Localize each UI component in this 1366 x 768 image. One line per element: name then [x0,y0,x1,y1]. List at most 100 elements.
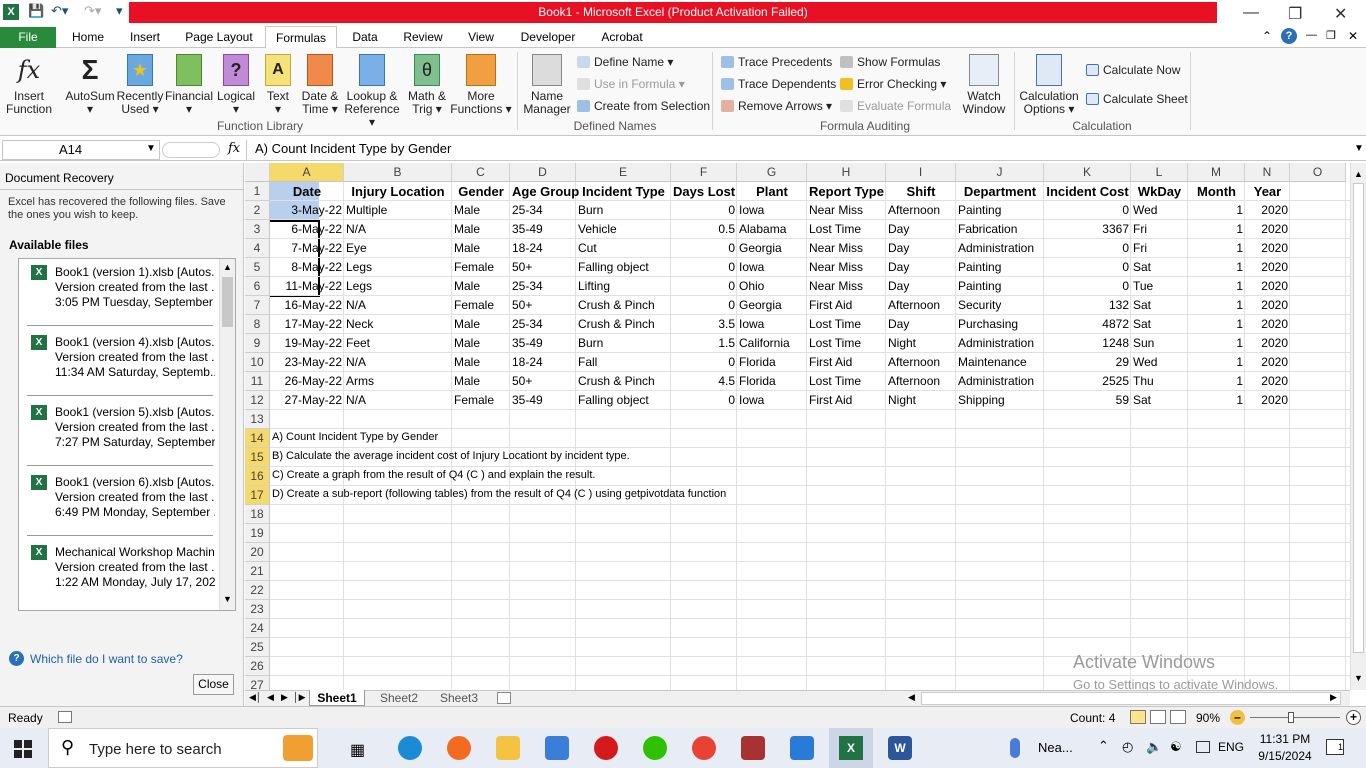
column-header[interactable]: N [1245,163,1290,182]
recently-used-button[interactable]: ★ Recently Used ▾ [116,54,164,116]
table-cell[interactable]: Day [886,258,956,277]
tab-acrobat[interactable]: Acrobat [594,26,650,48]
question-cell[interactable]: A) Count Incident Type by Gender [270,428,440,447]
ribbon-minimize-icon[interactable]: ⌃ [1262,29,1272,43]
save-icon[interactable]: 💾 [28,3,44,19]
table-cell[interactable]: Falling object [576,391,671,410]
recovered-file-item[interactable]: X Book1 (version 1).xlsb [Autos... Versi… [19,259,219,329]
column-header[interactable]: E [576,163,671,182]
row-header[interactable]: 23 [245,600,270,619]
vertical-scrollbar[interactable]: ▲ ▼ [1350,163,1366,690]
photos-icon[interactable] [790,736,814,760]
tab-review[interactable]: Review [398,26,448,48]
table-cell[interactable]: Alabama [737,220,807,239]
table-header-cell[interactable]: Age Group [510,182,579,201]
table-cell[interactable]: 29 [1044,353,1131,372]
table-cell[interactable]: 2020 [1245,353,1290,372]
row-header[interactable]: 10 [245,353,270,372]
table-cell[interactable]: 50+ [510,296,576,315]
table-cell[interactable]: Wed [1131,353,1188,372]
table-cell[interactable]: 1.5 [671,334,737,353]
table-cell[interactable]: Male [452,353,510,372]
recovered-file-item[interactable]: X Book1 (version 5).xlsb [Autos... Versi… [19,399,219,469]
table-cell[interactable]: Lifting [576,277,671,296]
minimize-icon[interactable]: — [1243,4,1259,22]
table-cell[interactable]: 0 [671,239,737,258]
table-cell[interactable]: Fri [1131,220,1188,239]
calculate-sheet-button[interactable]: Calculate Sheet [1086,92,1188,106]
tab-file[interactable]: File [0,27,56,48]
table-cell[interactable]: Maintenance [956,353,1044,372]
table-cell[interactable]: Day [886,315,956,334]
financial-button[interactable]: Financial ▾ [164,54,214,116]
scroll-up-icon[interactable]: ▲ [1351,169,1366,179]
sheet-nav-first-icon[interactable]: ◀│ [249,692,262,703]
column-header[interactable]: B [344,163,452,182]
table-cell[interactable]: 50+ [510,372,576,391]
table-cell[interactable]: Day [886,277,956,296]
table-header-cell[interactable]: Shift [886,182,956,201]
question-cell[interactable]: D) Create a sub-report (following tables… [270,485,728,504]
table-cell[interactable]: N/A [344,220,452,239]
row-header[interactable]: 24 [245,619,270,638]
undo-icon[interactable]: ↶▾ [51,3,68,19]
use-in-formula-button[interactable]: Use in Formula ▾ [577,77,685,91]
clock-time[interactable]: 11:31 PM [1257,732,1313,746]
table-cell[interactable]: 3-May-22 [270,201,344,220]
select-all-corner[interactable] [245,163,270,182]
table-cell[interactable]: First Aid [807,353,886,372]
table-cell[interactable]: Legs [344,258,452,277]
table-cell[interactable]: Lost Time [807,372,886,391]
row-header[interactable]: 6 [245,277,270,296]
table-cell[interactable]: Male [452,201,510,220]
formula-bar-resize-handle[interactable] [162,142,220,158]
table-cell[interactable]: Near Miss [807,201,886,220]
table-cell[interactable]: 0 [671,353,737,372]
table-header-cell[interactable]: Gender [452,182,510,201]
opera-icon[interactable] [594,736,618,760]
table-cell[interactable]: Tue [1131,277,1188,296]
which-file-help-link[interactable]: Which file do I want to save? [30,652,183,666]
scroll-thumb[interactable] [222,277,233,327]
table-cell[interactable]: Administration [956,334,1044,353]
table-cell[interactable]: 3367 [1044,220,1131,239]
table-cell[interactable]: Florida [737,353,807,372]
table-cell[interactable]: Female [452,296,510,315]
page-layout-view-icon[interactable] [1150,710,1166,724]
row-header[interactable]: 21 [245,562,270,581]
recovered-file-item[interactable]: X Book1 (version 4).xlsb [Autos... Versi… [19,329,219,399]
table-cell[interactable]: Shipping [956,391,1044,410]
tab-home[interactable]: Home [64,26,112,48]
expand-formula-bar-icon[interactable]: ▼ [1354,143,1364,154]
scroll-down-icon[interactable]: ▼ [1354,673,1363,683]
row-header[interactable]: 3 [245,220,270,239]
table-cell[interactable]: 4872 [1044,315,1131,334]
table-cell[interactable]: 19-May-22 [270,334,344,353]
more-functions-button[interactable]: More Functions ▾ [450,54,512,116]
table-header-cell[interactable]: Department [956,182,1044,201]
table-cell[interactable]: Near Miss [807,239,886,258]
workbook-close-icon[interactable]: ✕ [1348,29,1358,43]
table-cell[interactable]: Female [452,391,510,410]
horizontal-scrollbar[interactable]: ◀ ▶ [908,692,1341,705]
task-view-icon[interactable]: ▦ [350,740,365,760]
table-cell[interactable]: Male [452,315,510,334]
trace-precedents-button[interactable]: Trace Precedents [721,55,832,69]
table-cell[interactable]: Burn [576,334,671,353]
insert-function-fx-button[interactable]: fx [228,141,240,156]
table-cell[interactable]: Sat [1131,315,1188,334]
scroll-up-icon[interactable]: ▲ [220,262,235,272]
table-cell[interactable]: 25-34 [510,201,576,220]
chrome-icon[interactable] [692,736,716,760]
table-cell[interactable]: 1 [1188,353,1245,372]
watch-window-button[interactable]: Watch Window [958,54,1010,116]
row-header[interactable]: 15 [245,448,270,467]
table-cell[interactable]: 1 [1188,258,1245,277]
row-header[interactable]: 12 [245,391,270,410]
table-cell[interactable]: 11-May-22 [270,277,344,296]
row-header[interactable]: 16 [245,467,270,486]
table-cell[interactable]: Georgia [737,296,807,315]
row-header[interactable]: 22 [245,581,270,600]
row-header[interactable]: 25 [245,638,270,657]
row-header[interactable]: 19 [245,524,270,543]
